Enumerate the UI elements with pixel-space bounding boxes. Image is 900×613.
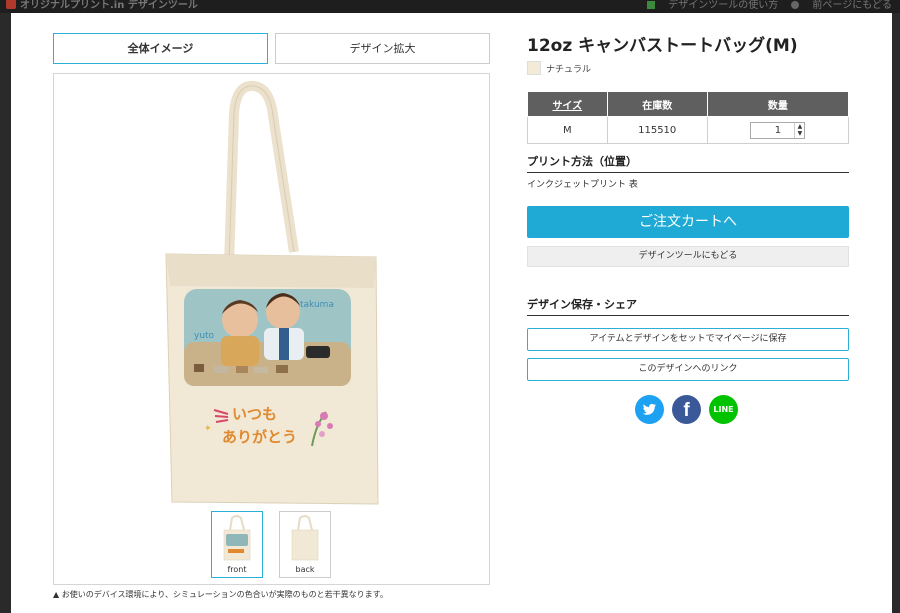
notice-text: お使いのデバイス環境により、シミュレーションの色合いが実際のものと若干異なります…	[61, 590, 388, 599]
table-row: M 115510 1 ▲ ▼	[527, 116, 850, 144]
howto-link[interactable]: デザインツールの使い方	[647, 0, 778, 11]
design-link-button[interactable]: このデザインへのリンク	[527, 358, 849, 381]
size-header[interactable]: サイズ	[527, 91, 608, 117]
color-name: ナチュラル	[546, 65, 592, 75]
quantity-value: 1	[774, 124, 782, 136]
print-method-value: インクジェットプリント 表	[527, 180, 638, 190]
color-selection: ナチュラル	[527, 61, 591, 75]
tab-design-zoom[interactable]: デザイン拡大	[275, 33, 490, 64]
size-cell: M	[527, 116, 608, 144]
thumbnail-back[interactable]: back	[279, 511, 331, 578]
thumbnail-back-label: back	[295, 565, 315, 574]
back-circle-icon	[791, 1, 800, 9]
facebook-icon[interactable]: f	[672, 395, 701, 424]
thumbnail-front-image	[223, 515, 251, 561]
tab-overall-image[interactable]: 全体イメージ	[53, 33, 268, 64]
thumbnail-back-image	[291, 515, 319, 561]
twitter-icon[interactable]	[635, 395, 664, 424]
top-bar: オリジナルプリント.in デザインツール デザインツールの使い方 前ページにもど…	[0, 0, 900, 13]
tote-bag-illustration: yuto takuma いつも ありがとう ✦	[165, 80, 379, 505]
back-to-design-tool-button[interactable]: デザインツールにもどる	[527, 246, 849, 267]
line-icon[interactable]: LINE	[709, 395, 738, 424]
thumbnail-front[interactable]: front	[211, 511, 263, 578]
brand-text: オリジナルプリント.in デザインツール	[20, 0, 198, 11]
brand-logo[interactable]: オリジナルプリント.in デザインツール	[6, 0, 198, 11]
back-page-label: 前ページにもどる	[812, 0, 892, 11]
quantity-stepper[interactable]: 1 ▲ ▼	[750, 121, 806, 139]
photo-name-right: takuma	[300, 300, 334, 310]
print-method-heading: プリント方法（位置）	[527, 153, 849, 173]
order-cart-button[interactable]: ご注文カートへ	[527, 206, 849, 238]
color-swatch[interactable]	[527, 61, 541, 75]
stock-table: サイズ 在庫数 数量 M 115510 1 ▲ ▼	[527, 91, 850, 144]
message-line2: ありがとう	[222, 428, 297, 446]
stock-table-header: サイズ 在庫数 数量	[527, 91, 850, 117]
warning-icon: ▲	[53, 590, 60, 599]
back-page-link[interactable]: 前ページにもどる	[791, 0, 892, 11]
leaf-icon	[647, 1, 656, 9]
howto-link-label: デザインツールの使い方	[668, 0, 779, 11]
stock-header: 在庫数	[606, 91, 708, 117]
thumbnail-front-label: front	[227, 565, 247, 574]
photo-name-left: yuto	[194, 331, 215, 341]
qty-header: 数量	[706, 91, 850, 117]
stock-cell: 115510	[606, 116, 708, 144]
svg-text:✦: ✦	[204, 424, 212, 434]
message-line1: いつも	[232, 405, 277, 423]
product-title: 12oz キャンバストートバッグ(M)	[527, 36, 798, 56]
preview-modal: 全体イメージ デザイン拡大 yuto takuma いつも ありがとう ✦ fr…	[11, 13, 892, 613]
scrollbar[interactable]	[892, 13, 900, 600]
share-heading: デザイン保存・シェア	[527, 296, 849, 316]
qty-cell: 1 ▲ ▼	[706, 116, 850, 144]
product-preview: yuto takuma いつも ありがとう ✦	[53, 73, 490, 585]
brand-mark-icon	[6, 0, 16, 9]
save-to-mypage-button[interactable]: アイテムとデザインをセットでマイページに保存	[527, 328, 849, 351]
color-notice: ▲ お使いのデバイス環境により、シミュレーションの色合いが実際のものと若干異なり…	[53, 589, 388, 600]
stepper-arrows-icon[interactable]: ▲ ▼	[794, 122, 804, 138]
